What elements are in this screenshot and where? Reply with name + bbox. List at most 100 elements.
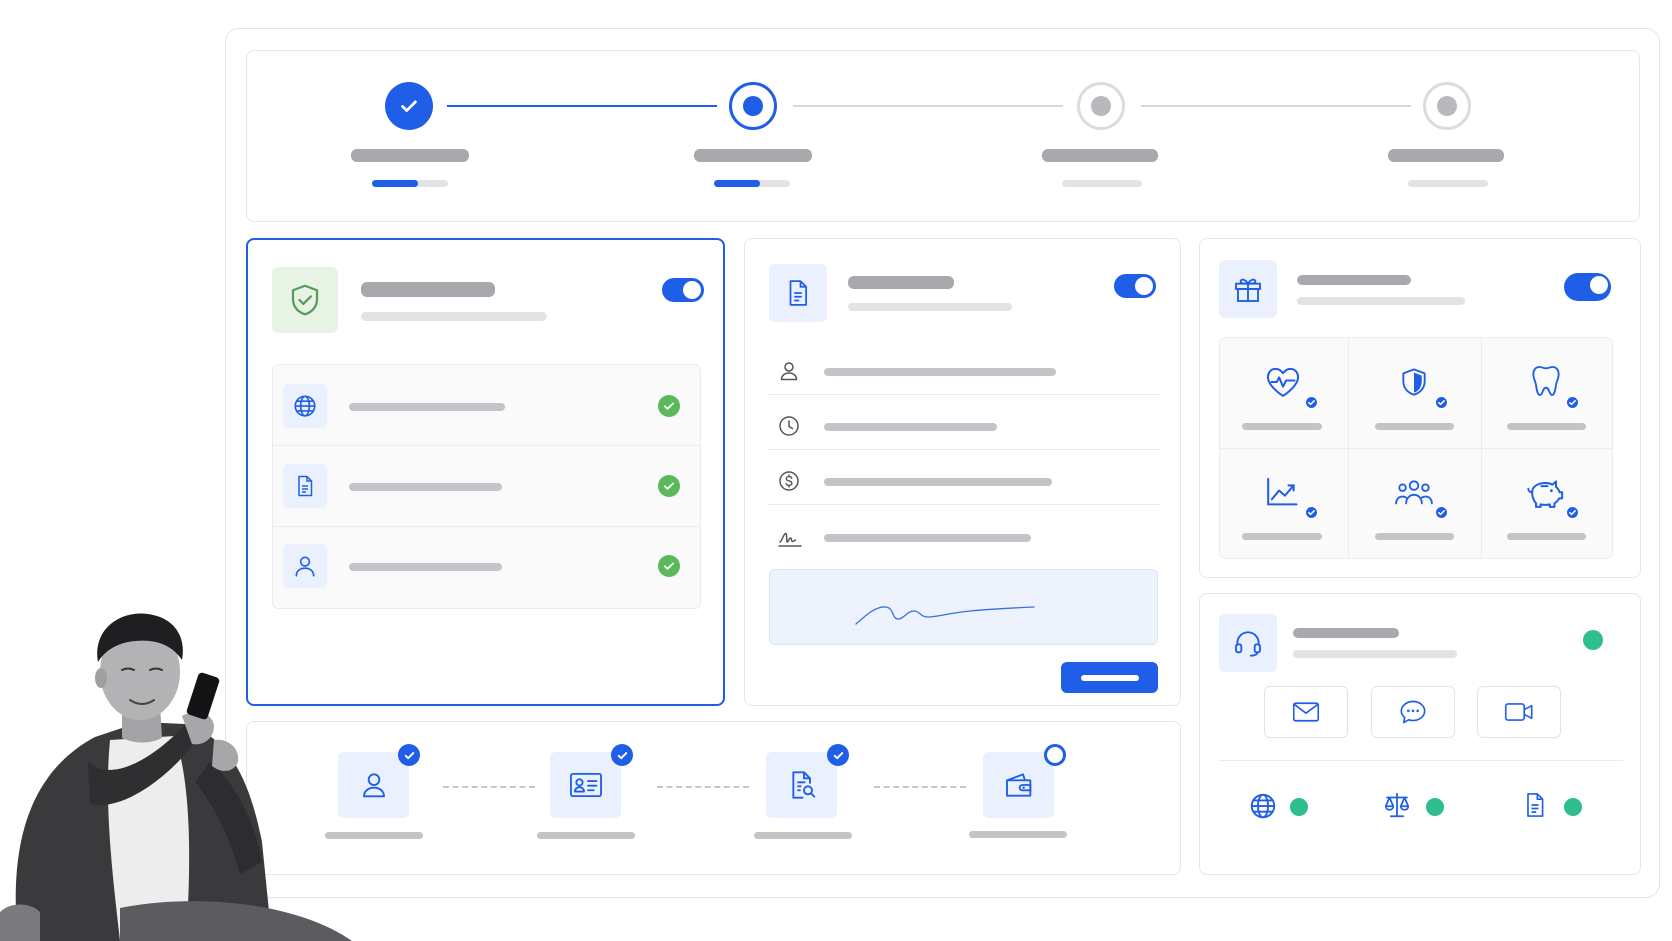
flow-step-done-badge: [398, 744, 420, 766]
selected-badge: [1565, 505, 1580, 520]
support-subtitle: [1293, 650, 1457, 658]
step-connector-2: [793, 105, 1063, 107]
submit-button[interactable]: [1061, 662, 1158, 693]
field-divider: [767, 449, 1160, 450]
step-1-complete-circle[interactable]: [385, 82, 433, 130]
field-divider: [767, 394, 1160, 395]
chat-icon: [1400, 700, 1426, 724]
people-icon: [1395, 480, 1433, 505]
verified-check-icon: [658, 555, 680, 577]
verification-subtitle: [361, 312, 547, 321]
field-row-time[interactable]: [767, 404, 1160, 449]
list-item[interactable]: [273, 446, 700, 526]
service-status-legal[interactable]: [1382, 788, 1452, 824]
document-title: [848, 276, 954, 289]
selected-badge: [1565, 395, 1580, 410]
app-stage: [0, 0, 1672, 941]
step-2-label: [694, 149, 812, 162]
verification-list: [272, 364, 701, 609]
benefit-tile-health[interactable]: [1220, 338, 1348, 448]
document-icon: [298, 475, 313, 497]
document-subtitle: [848, 303, 1012, 311]
dollar-icon: [779, 471, 799, 491]
verification-toggle[interactable]: [662, 278, 704, 302]
globe-icon: [294, 395, 316, 417]
selected-badge: [1434, 395, 1449, 410]
flow-connector: [657, 786, 749, 788]
wallet-icon: [1005, 773, 1031, 797]
heart-pulse-icon: [1266, 367, 1300, 397]
online-status-indicator: [1583, 630, 1603, 650]
flow-step-review[interactable]: [766, 752, 837, 818]
step-3-label: [1042, 149, 1158, 162]
verification-title: [361, 282, 495, 297]
document-toggle[interactable]: [1114, 274, 1156, 298]
field-row-user[interactable]: [767, 349, 1160, 394]
field-divider: [767, 504, 1160, 505]
list-item-label: [349, 563, 502, 571]
headset-icon: [1235, 631, 1261, 657]
step-4-upcoming-dot: [1437, 96, 1457, 116]
step-connector-3: [1141, 105, 1411, 107]
selected-badge: [1304, 395, 1319, 410]
verification-icon-box: [272, 267, 338, 333]
online-status-indicator: [1290, 798, 1308, 816]
document-icon: [789, 280, 807, 306]
email-channel-button[interactable]: [1264, 686, 1348, 738]
signature-icon: [778, 532, 802, 547]
benefit-tile-insurance[interactable]: [1349, 338, 1481, 448]
benefit-tile-label: [1242, 423, 1322, 430]
benefit-tile-label: [1242, 533, 1322, 540]
benefit-tile-retirement[interactable]: [1220, 449, 1348, 559]
benefits-toggle[interactable]: [1564, 273, 1611, 301]
flow-step-identity[interactable]: [550, 752, 621, 818]
selected-badge: [1434, 505, 1449, 520]
field-value: [824, 423, 997, 431]
signature-pad[interactable]: [769, 569, 1158, 645]
step-2-current-circle[interactable]: [729, 82, 777, 130]
list-item[interactable]: [273, 527, 700, 607]
step-1-label: [351, 149, 469, 162]
step-2-progress-fill: [714, 180, 760, 187]
benefit-tile-savings[interactable]: [1482, 449, 1612, 559]
chat-channel-button[interactable]: [1371, 686, 1455, 738]
chart-up-icon: [1267, 477, 1298, 506]
onboarding-flow-card: [246, 721, 1181, 875]
flow-step-payment[interactable]: [983, 752, 1054, 818]
signature-stroke: [855, 606, 1035, 625]
service-status-web[interactable]: [1248, 788, 1318, 824]
benefit-tile-dental[interactable]: [1482, 338, 1612, 448]
document-card-icon-box: [769, 264, 827, 322]
benefit-tile-family[interactable]: [1349, 449, 1481, 559]
service-status-docs[interactable]: [1521, 788, 1591, 824]
verified-check-icon: [658, 475, 680, 497]
field-row-amount[interactable]: [767, 459, 1160, 504]
field-value: [824, 478, 1052, 486]
support-title: [1293, 628, 1399, 638]
field-value: [824, 534, 1031, 542]
list-item[interactable]: [273, 365, 700, 445]
field-row-signature[interactable]: [767, 516, 1160, 561]
flow-connector: [874, 786, 966, 788]
shield-check-icon: [291, 284, 319, 316]
benefits-title: [1297, 275, 1411, 285]
video-channel-button[interactable]: [1477, 686, 1561, 738]
step-4-upcoming-circle[interactable]: [1423, 82, 1471, 130]
support-card: [1199, 593, 1641, 875]
flow-connector: [443, 786, 535, 788]
step-1-progress-fill: [372, 180, 418, 187]
step-3-upcoming-circle[interactable]: [1077, 82, 1125, 130]
shield-icon: [1402, 368, 1426, 396]
benefit-tile-label: [1375, 533, 1454, 540]
benefits-subtitle: [1297, 297, 1465, 305]
piggy-bank-icon: [1527, 480, 1564, 508]
document-card: [744, 238, 1181, 706]
gift-icon-box: [1219, 260, 1277, 318]
user-icon-box: [283, 544, 327, 588]
flow-step-label: [537, 832, 635, 839]
selected-badge: [1304, 505, 1319, 520]
clock-icon: [779, 416, 799, 436]
step-4-label: [1388, 149, 1504, 162]
step-4-progress-track: [1408, 180, 1488, 187]
online-status-indicator: [1564, 798, 1582, 816]
